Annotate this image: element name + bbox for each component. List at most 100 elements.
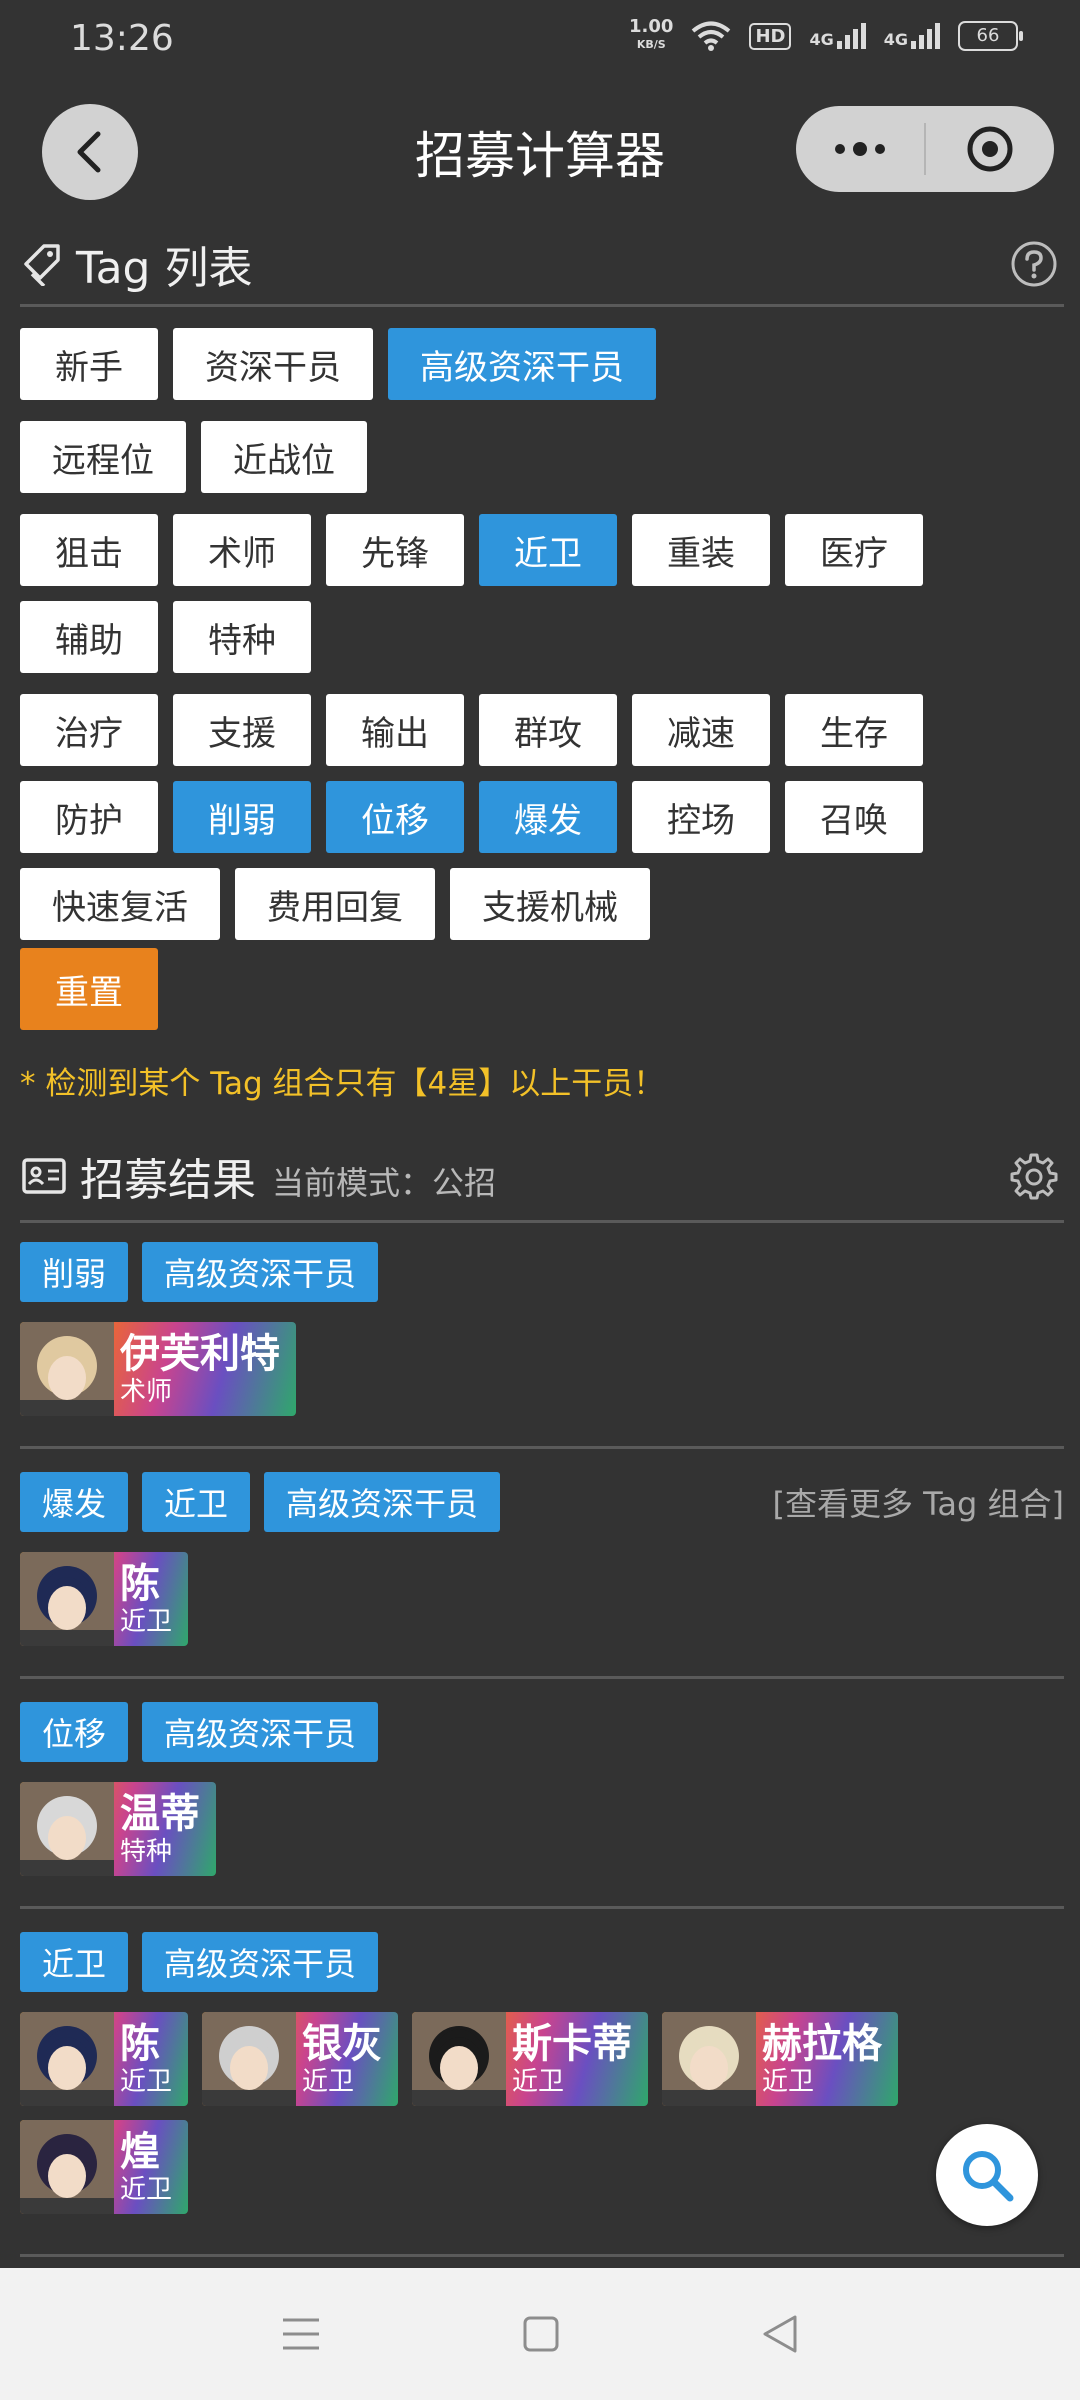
operator-name: 陈 [120, 2021, 160, 2067]
operator-portrait [202, 2012, 297, 2106]
result-tag-chip: 削弱 [20, 1242, 129, 1302]
operator-name: 陈 [120, 1561, 160, 1607]
operator-card[interactable]: 陈近卫 [20, 2012, 189, 2106]
result-tags: 爆发 近卫 高级资深干员 [查看更多 Tag 组合] [20, 1472, 1064, 1532]
more-tag-combos-link[interactable]: [查看更多 Tag 组合] [773, 1479, 1065, 1525]
operator-portrait [20, 1552, 114, 1646]
operator-name: 赫拉格 [762, 2021, 883, 2067]
operator-class: 近卫 [512, 2067, 565, 2097]
tag-button[interactable]: 高级资深干员 [388, 328, 656, 400]
close-miniprogram-button[interactable] [926, 106, 1054, 192]
operator-list: 陈近卫 [20, 1552, 1064, 1646]
tag-row: 治疗 支援 输出 群攻 减速 生存 [20, 694, 1064, 766]
tag-button[interactable]: 治疗 [20, 694, 158, 766]
back-triangle-icon[interactable] [761, 2314, 799, 2354]
operator-portrait [20, 1782, 114, 1876]
result-tag-chip: 高级资深干员 [142, 1242, 379, 1302]
tag-list: 新手 资深干员 高级资深干员 远程位 近战位 狙击 术师 先锋 近卫 重装 医疗 辅助 特种 治疗 支援 输出… [20, 328, 1064, 961]
tag-button[interactable]: 快速复活 [20, 868, 220, 940]
tag-list-title: Tag 列表 [76, 243, 253, 294]
divider [20, 1220, 1064, 1223]
result-tag-chip: 近卫 [142, 1472, 251, 1532]
net-speed: 1.00 KB/S [629, 16, 674, 52]
system-nav-bar [0, 2268, 1080, 2400]
result-tag-chip: 爆发 [20, 1472, 129, 1532]
tag-button[interactable]: 先锋 [326, 514, 464, 586]
result-tag-chip: 高级资深干员 [142, 1702, 379, 1762]
search-button[interactable] [936, 2124, 1038, 2226]
tag-button[interactable]: 重装 [632, 514, 770, 586]
status-time: 13:26 [70, 18, 174, 59]
settings-gear-icon[interactable] [1010, 1152, 1058, 1200]
tag-button[interactable]: 术师 [173, 514, 311, 586]
operator-card[interactable]: 银灰 近卫 [202, 2012, 399, 2106]
operator-card[interactable]: 煌近卫 [20, 2120, 189, 2214]
operator-text: 银灰 近卫 [296, 2021, 398, 2097]
operator-card[interactable]: 温蒂 特种 [20, 1782, 216, 1876]
operator-portrait [20, 2120, 114, 2214]
tag-row: 狙击 术师 先锋 近卫 重装 医疗 [20, 514, 1064, 586]
tag-button[interactable]: 防护 [20, 781, 158, 853]
help-icon[interactable] [1010, 240, 1058, 288]
operator-name: 温蒂 [120, 1791, 200, 1837]
operator-card[interactable]: 伊芙利特 术师 [20, 1322, 296, 1416]
operator-card[interactable]: 陈近卫 [20, 1552, 189, 1646]
tag-button[interactable]: 近卫 [479, 514, 617, 586]
search-icon [963, 2151, 1014, 2202]
operator-name: 斯卡蒂 [512, 2021, 633, 2067]
operator-text: 斯卡蒂 近卫 [506, 2021, 648, 2097]
home-square-icon[interactable] [522, 2315, 560, 2353]
tag-row: 远程位 近战位 [20, 421, 1064, 493]
tag-button[interactable]: 输出 [326, 694, 464, 766]
result-tag-chip: 近卫 [20, 1932, 129, 1992]
tag-button[interactable]: 辅助 [20, 601, 158, 673]
tag-button[interactable]: 群攻 [479, 694, 617, 766]
operator-portrait [20, 2012, 114, 2106]
warning-text: * 检测到某个 Tag 组合只有【4星】以上干员！ [20, 1066, 665, 1102]
tag-button[interactable]: 位移 [326, 781, 464, 853]
tag-button[interactable]: 远程位 [20, 421, 186, 493]
tag-button[interactable]: 召唤 [785, 781, 923, 853]
tag-button[interactable]: 控场 [632, 781, 770, 853]
operator-portrait [412, 2012, 507, 2106]
menu-icon[interactable] [281, 2316, 321, 2352]
tag-button[interactable]: 支援机械 [450, 868, 650, 940]
more-button[interactable] [796, 106, 924, 192]
reset-button[interactable]: 重置 [20, 948, 158, 1030]
tag-button[interactable]: 费用回复 [235, 868, 435, 940]
signal-sim2-icon: 4G [884, 23, 940, 49]
tag-button[interactable]: 新手 [20, 328, 158, 400]
result-tag-chip: 高级资深干员 [264, 1472, 501, 1532]
more-dots-icon [835, 142, 885, 156]
operator-class: 近卫 [120, 2067, 173, 2097]
operator-name: 煌 [120, 2129, 160, 2175]
tag-button[interactable]: 特种 [173, 601, 311, 673]
status-icons: 1.00 KB/S HD 4G 4G 66 [629, 16, 1023, 54]
operator-text: 赫拉格 近卫 [756, 2021, 898, 2097]
operator-card[interactable]: 赫拉格 近卫 [662, 2012, 899, 2106]
tag-button[interactable]: 生存 [785, 694, 923, 766]
tag-button[interactable]: 削弱 [173, 781, 311, 853]
tag-button[interactable]: 狙击 [20, 514, 158, 586]
operator-list: 温蒂 特种 [20, 1782, 1064, 1876]
tag-row: 防护 削弱 位移 爆发 控场 召唤 [20, 781, 1064, 853]
id-card-icon [22, 1158, 66, 1194]
mode-text: 当前模式：公招 [272, 1164, 497, 1202]
tag-button[interactable]: 近战位 [201, 421, 367, 493]
signal-sim1-icon: 4G [809, 23, 866, 49]
result-tags: 近卫 高级资深干员 [20, 1932, 1064, 1992]
divider [20, 304, 1064, 307]
tag-button[interactable]: 支援 [173, 694, 311, 766]
operator-name: 银灰 [302, 2021, 383, 2067]
divider [20, 1906, 1064, 1909]
tag-button[interactable]: 爆发 [479, 781, 617, 853]
result-tags: 位移 高级资深干员 [20, 1702, 1064, 1762]
status-bar: 13:26 1.00 KB/S HD 4G 4G 66 [0, 0, 1080, 80]
target-icon [967, 126, 1013, 172]
operator-list: 伊芙利特 术师 [20, 1322, 1064, 1416]
operator-card[interactable]: 斯卡蒂 近卫 [412, 2012, 649, 2106]
tag-button[interactable]: 减速 [632, 694, 770, 766]
tag-button[interactable]: 医疗 [785, 514, 923, 586]
tag-button[interactable]: 资深干员 [173, 328, 373, 400]
operator-class: 术师 [120, 1377, 173, 1407]
